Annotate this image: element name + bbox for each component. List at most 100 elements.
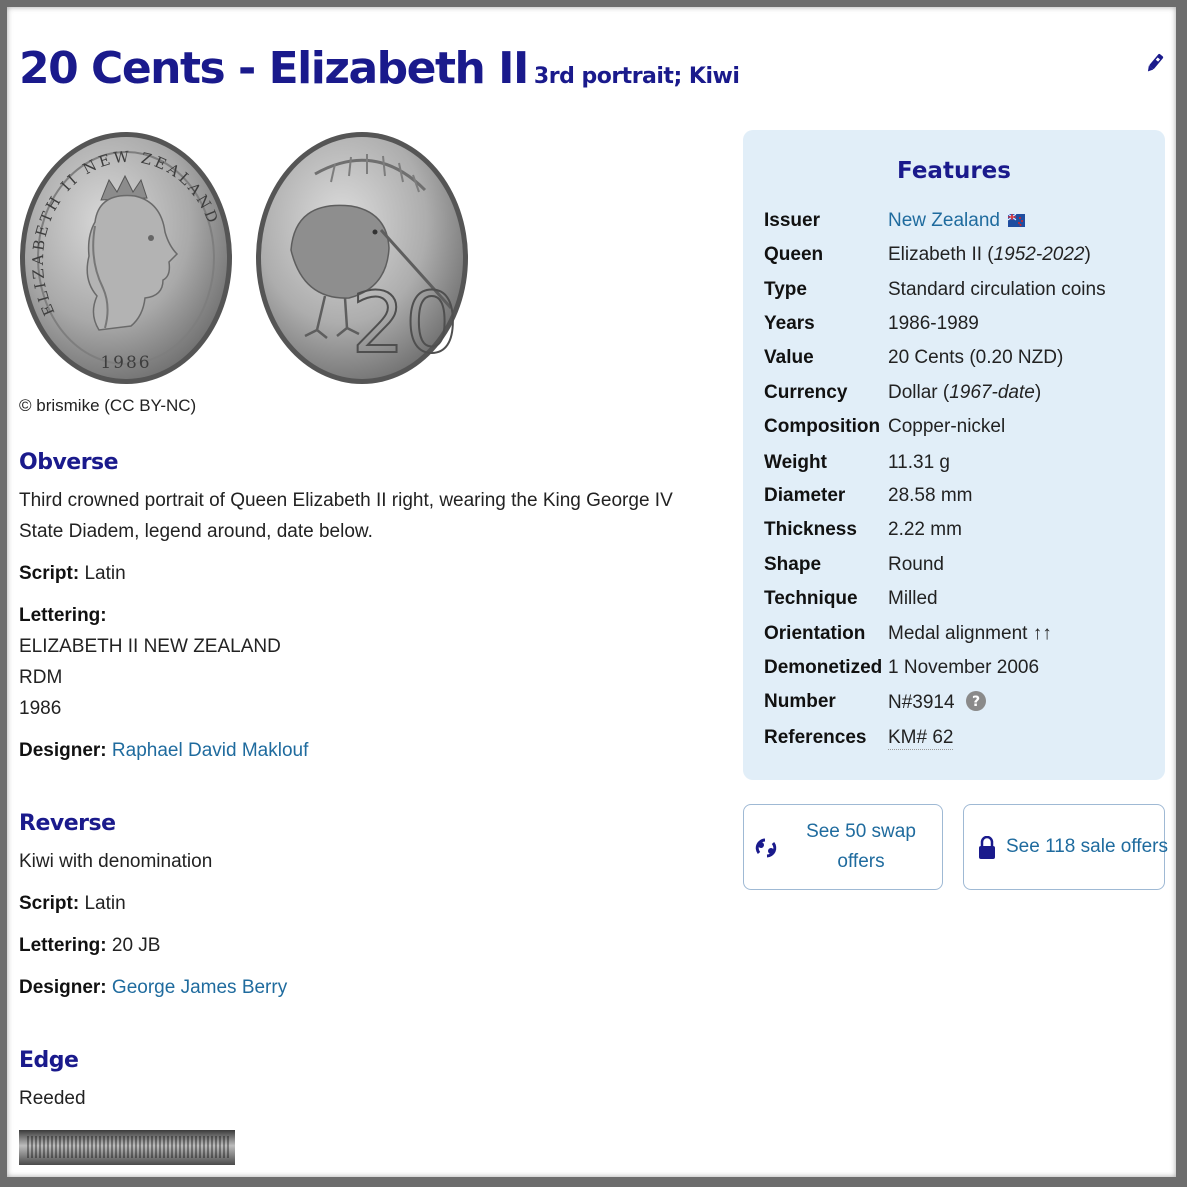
technique-link[interactable]: Milled: [888, 588, 938, 610]
title-main: 20 Cents - Elizabeth II: [19, 43, 529, 94]
lettering-label: Lettering:: [19, 935, 107, 956]
svg-text:?: ?: [972, 694, 980, 710]
reverse-section: Reverse Kiwi with denomination Script: L…: [19, 811, 699, 1003]
edit-icon[interactable]: [1146, 51, 1164, 75]
feature-value: 20 Cents (0.20 NZD): [888, 347, 1064, 368]
coin-page: 20 Cents - Elizabeth II 3rd portrait; Kiw…: [7, 7, 1176, 1177]
feature-diameter: Diameter 28.58 mm: [764, 485, 1155, 515]
reverse-lettering: Lettering: 20 JB: [19, 930, 699, 961]
feature-label: Currency: [764, 382, 848, 403]
new-zealand-flag-icon: [1007, 213, 1026, 227]
currency-years: 1967-date: [949, 382, 1035, 403]
feature-value: 11.31 g: [888, 452, 950, 473]
edge-description: Reeded: [19, 1088, 86, 1109]
obverse-description: Third crowned portrait of Queen Elizabet…: [19, 490, 673, 542]
help-icon[interactable]: ?: [965, 691, 986, 711]
obverse-section: Obverse Third crowned portrait of Queen …: [19, 450, 699, 766]
queen-years: 1952-2022: [993, 244, 1085, 265]
lock-icon: [979, 836, 995, 859]
swap-icon: [755, 838, 777, 858]
obverse-designer: Designer: Raphael David Maklouf: [19, 735, 699, 766]
image-credit: © brismike (CC BY-NC): [19, 396, 197, 415]
feature-value: N#3914 ?: [888, 691, 986, 714]
title-subtitle: 3rd portrait; Kiwi: [533, 64, 740, 89]
obverse-lettering-line: RDM: [19, 667, 63, 688]
script-label: Script:: [19, 563, 80, 584]
feature-label: Type: [764, 279, 807, 300]
feature-label: References: [764, 727, 867, 748]
feature-value: 1 November 2006: [888, 657, 1040, 678]
feature-label: Weight: [764, 452, 827, 473]
type-link[interactable]: Standard circulation coins: [888, 279, 1106, 301]
feature-number: Number N#3914 ?: [764, 691, 1155, 721]
reverse-denomination: 20: [352, 274, 459, 372]
feature-label: Composition: [764, 416, 881, 437]
queen-link[interactable]: Elizabeth II (1952-2022): [888, 244, 1091, 266]
currency-close: ): [1034, 382, 1042, 403]
feature-references: References KM# 62: [764, 727, 1155, 757]
sale-offers-label: See 118 sale offers: [1006, 836, 1168, 857]
obverse-lettering-label: Lettering:: [19, 600, 699, 631]
feature-value: 28.58 mm: [888, 485, 973, 506]
lettering-value: 20 JB: [111, 935, 161, 956]
feature-orientation: Orientation Medal alignment ↑↑: [764, 623, 1155, 653]
feature-value: 2.22 mm: [888, 519, 962, 540]
feature-label: Diameter: [764, 485, 846, 506]
obverse-date: 1986: [100, 353, 151, 373]
designer-label: Designer:: [19, 977, 107, 998]
feature-label: Demonetized: [764, 657, 883, 678]
references-value[interactable]: KM# 62: [888, 727, 954, 750]
reverse-coin-image[interactable]: 20: [255, 130, 469, 386]
obverse-lettering-line: ELIZABETH II NEW ZEALAND: [19, 636, 281, 657]
lettering-label: Lettering:: [19, 605, 107, 626]
features-panel: Features Issuer New Zealand Queen Elizab…: [743, 130, 1165, 780]
feature-weight: Weight 11.31 g: [764, 452, 1155, 482]
edge-image[interactable]: [19, 1130, 235, 1165]
feature-technique: Technique Milled: [764, 588, 1155, 618]
feature-value-row: Value 20 Cents (0.20 NZD): [764, 347, 1155, 377]
feature-type: Type Standard circulation coins: [764, 279, 1155, 309]
features-heading: Features: [897, 158, 1011, 184]
obverse-script: Script: Latin: [19, 558, 699, 589]
feature-label: Orientation: [764, 623, 866, 644]
number-value: N#3914: [888, 692, 955, 713]
feature-queen: Queen Elizabeth II (1952-2022): [764, 244, 1155, 274]
issuer-link[interactable]: New Zealand: [888, 210, 1000, 231]
feature-years: Years 1986-1989: [764, 313, 1155, 343]
swap-offers-label: See 50 swap offers: [806, 821, 916, 872]
reverse-heading: Reverse: [19, 811, 116, 836]
queen-close: ): [1084, 244, 1091, 265]
feature-value: Copper-nickel: [888, 416, 1006, 437]
reverse-description: Kiwi with denomination: [19, 851, 213, 872]
edge-section: Edge Reeded: [19, 1048, 699, 1114]
feature-currency: Currency Dollar (1967-date): [764, 382, 1155, 412]
designer-label: Designer:: [19, 740, 107, 761]
script-value: Latin: [84, 563, 126, 584]
feature-label: Shape: [764, 554, 822, 575]
script-value: Latin: [84, 893, 126, 914]
reverse-designer: Designer: George James Berry: [19, 972, 699, 1003]
feature-value: New Zealand: [888, 210, 1026, 232]
feature-label: Issuer: [764, 210, 820, 231]
feature-thickness: Thickness 2.22 mm: [764, 519, 1155, 549]
currency-name: Dollar (: [888, 382, 950, 403]
feature-value: Round: [888, 554, 944, 575]
queen-name: Elizabeth II (: [888, 244, 994, 265]
page-title: 20 Cents - Elizabeth II 3rd portrait; Kiw…: [19, 43, 740, 94]
feature-shape: Shape Round: [764, 554, 1155, 584]
feature-label: Value: [764, 347, 814, 368]
sale-offers-button[interactable]: See 118 sale offers: [963, 804, 1168, 890]
edge-heading: Edge: [19, 1048, 79, 1073]
reverse-script: Script: Latin: [19, 888, 699, 919]
obverse-designer-link[interactable]: Raphael David Maklouf: [112, 740, 308, 761]
feature-issuer: Issuer New Zealand: [764, 210, 1155, 240]
script-label: Script:: [19, 893, 80, 914]
feature-composition: Composition Copper-nickel: [764, 416, 1155, 446]
obverse-heading: Obverse: [19, 450, 119, 475]
feature-label: Thickness: [764, 519, 857, 540]
reverse-designer-link[interactable]: George James Berry: [112, 977, 287, 998]
feature-value: 1986-1989: [888, 313, 979, 334]
obverse-coin-image[interactable]: ELIZABETH II NEW ZEALAND 1986: [19, 130, 233, 386]
feature-value: Medal alignment ↑↑: [888, 623, 1052, 644]
swap-offers-button[interactable]: See 50 swap offers: [743, 804, 943, 890]
